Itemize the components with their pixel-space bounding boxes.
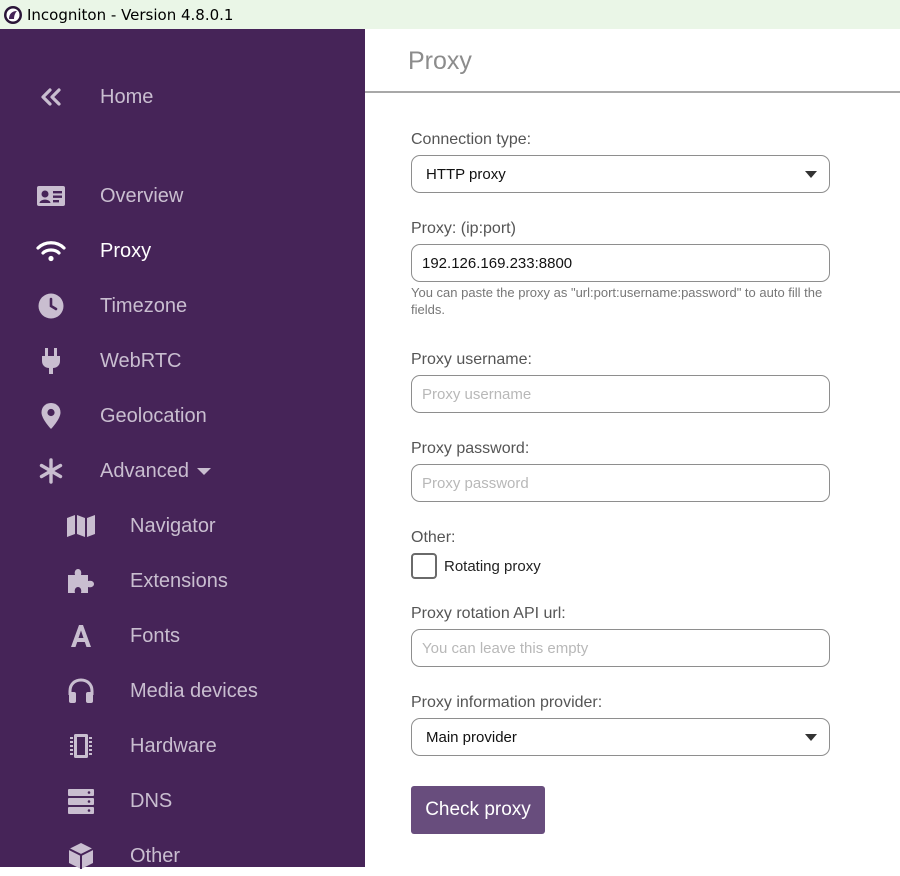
proxy-hint: You can paste the proxy as "url:port:use… xyxy=(411,285,823,317)
double-chevron-left-icon xyxy=(36,83,66,111)
main-content: Proxy Connection type: HTTP proxy Proxy:… xyxy=(365,29,900,867)
sidebar-subitem-other[interactable]: Other xyxy=(0,836,365,876)
connection-type-select[interactable]: HTTP proxy xyxy=(411,155,830,193)
sidebar-item-label: Advanced xyxy=(100,460,211,483)
info-provider-value: Main provider xyxy=(426,729,517,746)
dropdown-arrow-icon xyxy=(805,171,817,178)
check-proxy-button[interactable]: Check proxy xyxy=(411,786,545,834)
proxy-username-field[interactable] xyxy=(411,375,830,413)
sidebar-subitem-dns[interactable]: DNS xyxy=(0,781,365,821)
incogniton-logo-icon xyxy=(4,6,22,24)
proxy-username-label: Proxy username: xyxy=(411,351,532,368)
title-bar: Incogniton - Version 4.8.0.1 xyxy=(0,0,900,29)
info-provider-label: Proxy information provider: xyxy=(411,694,603,711)
rotating-proxy-label[interactable]: Rotating proxy xyxy=(444,558,541,575)
sidebar-item-label: Other xyxy=(130,845,181,867)
page-title: Proxy xyxy=(408,47,472,75)
sidebar-item-proxy[interactable]: Proxy xyxy=(0,231,365,271)
info-provider-select[interactable]: Main provider xyxy=(411,718,830,756)
caret-down-icon xyxy=(196,468,211,476)
proxy-field[interactable] xyxy=(411,244,830,282)
sidebar-subitem-media-devices[interactable]: Media devices xyxy=(0,671,365,711)
sidebar-item-label: Hardware xyxy=(130,735,217,757)
sidebar-subitem-navigator[interactable]: Navigator xyxy=(0,506,365,546)
sidebar-item-advanced[interactable]: Advanced xyxy=(0,451,365,491)
rotating-proxy-checkbox[interactable] xyxy=(411,553,437,579)
other-label: Other: xyxy=(411,529,456,546)
sidebar-subitem-fonts[interactable]: Fonts xyxy=(0,616,365,656)
sidebar-item-label: Home xyxy=(100,86,154,108)
sidebar-item-home[interactable]: Home xyxy=(0,77,365,117)
sidebar-item-overview[interactable]: Overview xyxy=(0,176,365,216)
box-icon xyxy=(66,842,96,870)
connection-type-value: HTTP proxy xyxy=(426,166,506,183)
proxy-password-field[interactable] xyxy=(411,464,830,502)
sidebar-item-label: Proxy xyxy=(100,240,152,262)
sidebar-item-geolocation[interactable]: Geolocation xyxy=(0,396,365,436)
asterisk-icon xyxy=(36,457,66,485)
proxy-password-input[interactable] xyxy=(412,465,829,501)
sidebar-item-label: Fonts xyxy=(130,625,181,647)
wifi-icon xyxy=(36,237,66,265)
sidebar-item-label: Navigator xyxy=(130,515,216,537)
id-card-icon xyxy=(36,182,66,210)
sidebar-item-label: Overview xyxy=(100,185,184,207)
font-icon xyxy=(66,622,96,650)
plug-icon xyxy=(36,347,66,375)
sidebar-item-label: WebRTC xyxy=(100,350,182,372)
proxy-input[interactable] xyxy=(412,245,829,281)
rotation-api-input[interactable] xyxy=(412,630,829,666)
server-icon xyxy=(66,787,96,815)
clock-icon xyxy=(36,292,66,320)
puzzle-icon xyxy=(66,567,96,595)
connection-type-label: Connection type: xyxy=(411,131,532,148)
map-icon xyxy=(66,512,96,540)
chip-icon xyxy=(66,732,96,760)
sidebar-subitem-hardware[interactable]: Hardware xyxy=(0,726,365,766)
page-header: Proxy xyxy=(365,29,900,93)
headphones-icon xyxy=(66,677,96,705)
sidebar-item-label: Geolocation xyxy=(100,405,207,427)
sidebar-item-label: Timezone xyxy=(100,295,188,317)
proxy-password-label: Proxy password: xyxy=(411,440,530,457)
sidebar-subitem-extensions[interactable]: Extensions xyxy=(0,561,365,601)
sidebar-item-timezone[interactable]: Timezone xyxy=(0,286,365,326)
sidebar-item-label: Media devices xyxy=(130,680,258,702)
sidebar-item-label: DNS xyxy=(130,790,173,812)
rotation-api-field[interactable] xyxy=(411,629,830,667)
sidebar-item-webrtc[interactable]: WebRTC xyxy=(0,341,365,381)
rotation-api-label: Proxy rotation API url: xyxy=(411,605,566,622)
sidebar: Home Overview Proxy Timezone WebRTC Geol… xyxy=(0,29,365,869)
window-title: Incogniton - Version 4.8.0.1 xyxy=(27,6,234,24)
sidebar-item-label: Extensions xyxy=(130,570,228,592)
proxy-label: Proxy: (ip:port) xyxy=(411,220,516,237)
advanced-label: Advanced xyxy=(100,460,189,482)
dropdown-arrow-icon xyxy=(805,734,817,741)
map-pin-icon xyxy=(36,402,66,430)
proxy-username-input[interactable] xyxy=(412,376,829,412)
